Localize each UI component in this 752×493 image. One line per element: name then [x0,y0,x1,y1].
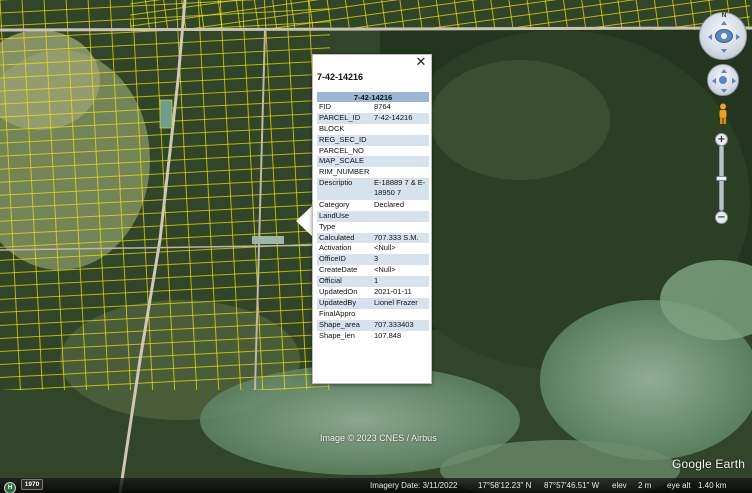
attr-key: FinalAppro [319,308,356,318]
attr-key: Type [319,221,336,231]
attr-value: 7-42-14216 [372,112,429,124]
attr-value: 8764 [374,102,391,111]
attr-value: 707.333 S.M. [372,232,429,244]
table-row: Type [317,222,429,233]
attr-value: <Null> [374,243,396,253]
attr-key: RIM_NUMBER [319,167,370,177]
table-row: Shape_area 707.333403 [317,319,429,331]
table-row: FID 8764 [317,102,429,113]
attr-key: Activation [319,243,352,253]
table-row: FinalAppro [317,309,429,320]
latitude-readout: 17°58'12.23" N [478,481,532,490]
table-row: REG_SEC_ID [317,134,429,146]
google-earth-logo: Google Earth [672,457,746,471]
historical-imagery-icon[interactable]: H [4,482,16,493]
zoom-slider-thumb[interactable] [716,176,727,181]
attr-value [372,146,429,157]
table-row: Activation <Null> [317,243,429,254]
table-row: PARCEL_ID 7-42-14216 [317,112,429,124]
attr-key: LandUse [317,210,372,222]
attr-key: PARCEL_NO [319,145,364,155]
status-bar: Imagery Date: 3/11/2022 17°58'12.23" N 8… [0,478,752,493]
table-row: UpdatedBy Lionel Frazer [317,297,429,309]
balloon-pointer [296,205,313,237]
imagery-date: Imagery Date: 3/11/2022 [370,481,458,490]
move-hub[interactable] [719,76,727,84]
zoom-out-button[interactable]: − [715,211,728,224]
table-row: Official 1 [317,276,429,287]
attr-key: MAP_SCALE [317,156,372,168]
imagery-copyright: Image © 2023 CNES / Airbus [320,433,437,443]
attr-key: CreateDate [319,265,358,275]
attr-key: PARCEL_ID [317,112,372,124]
table-row: Descriptio E-18889 7 & E-18950 7 [317,178,429,200]
eye-alt-value: 1.40 km [698,481,727,490]
attr-key: Shape_len [319,330,355,340]
attr-value: <Null> [374,265,396,275]
attr-value [372,167,429,178]
attr-value: Declared [374,199,405,209]
attr-value [372,309,429,320]
elevation-label: elev [612,481,627,490]
attr-value [372,134,429,146]
table-row: CreateDate <Null> [317,265,429,276]
attr-value: Lionel Frazer [372,297,429,309]
attr-key: Official [317,276,372,287]
historical-year-badge[interactable]: 1970 [21,479,43,490]
look-around-control[interactable]: N [699,12,747,60]
attr-key: REG_SEC_ID [317,134,372,146]
attr-key: UpdatedBy [317,297,372,309]
attr-key: Category [319,199,350,209]
move-control[interactable] [707,64,739,96]
attr-value [372,124,429,135]
table-row: RIM_NUMBER [317,167,429,178]
attr-key: FID [319,102,332,111]
attr-value: 107.848 [374,330,402,340]
attr-key: Descriptio [317,178,372,200]
attr-key: UpdatedOn [319,286,358,296]
table-row: BLOCK [317,124,429,135]
eye-alt-label: eye alt [667,481,691,490]
attribute-table-header: 7-42-14216 [317,92,429,102]
table-row: Shape_len 107.848 [317,331,429,342]
attr-key: Calculated [317,232,372,244]
table-row: PARCEL_NO [317,146,429,157]
parcel-info-balloon: ✕ 7-42-14216 7-42-14216 FID 8764 PARCEL_I… [312,54,432,384]
longitude-readout: 87°57'46.51" W [544,481,600,490]
attr-value: 707.333403 [372,319,429,331]
attr-key: BLOCK [319,123,345,133]
table-row: OfficeID 3 [317,254,429,266]
street-view-pegman-icon[interactable] [717,103,729,125]
table-row: UpdatedOn 2021-01-11 [317,287,429,298]
attr-value: 2021-01-11 [374,286,412,296]
attr-value: 1 [372,276,429,287]
table-row: MAP_SCALE [317,156,429,168]
look-arrows-icon[interactable] [700,13,748,61]
table-row: Category Declared [317,200,429,211]
attr-key: OfficeID [317,254,372,266]
attribute-table: 7-42-14216 FID 8764 PARCEL_ID 7-42-14216 B… [317,92,429,341]
balloon-title: 7-42-14216 [317,72,364,82]
attr-value: E-18889 7 & E-18950 7 [372,178,429,200]
table-row: LandUse [317,210,429,222]
attr-value [372,156,429,168]
attr-value [372,222,429,233]
table-row: Calculated 707.333 S.M. [317,232,429,244]
close-icon[interactable]: ✕ [414,56,428,70]
attr-key: Shape_area [317,319,372,331]
attr-value [372,210,429,222]
elevation-value: 2 m [638,481,652,490]
attr-value: 3 [372,254,429,266]
